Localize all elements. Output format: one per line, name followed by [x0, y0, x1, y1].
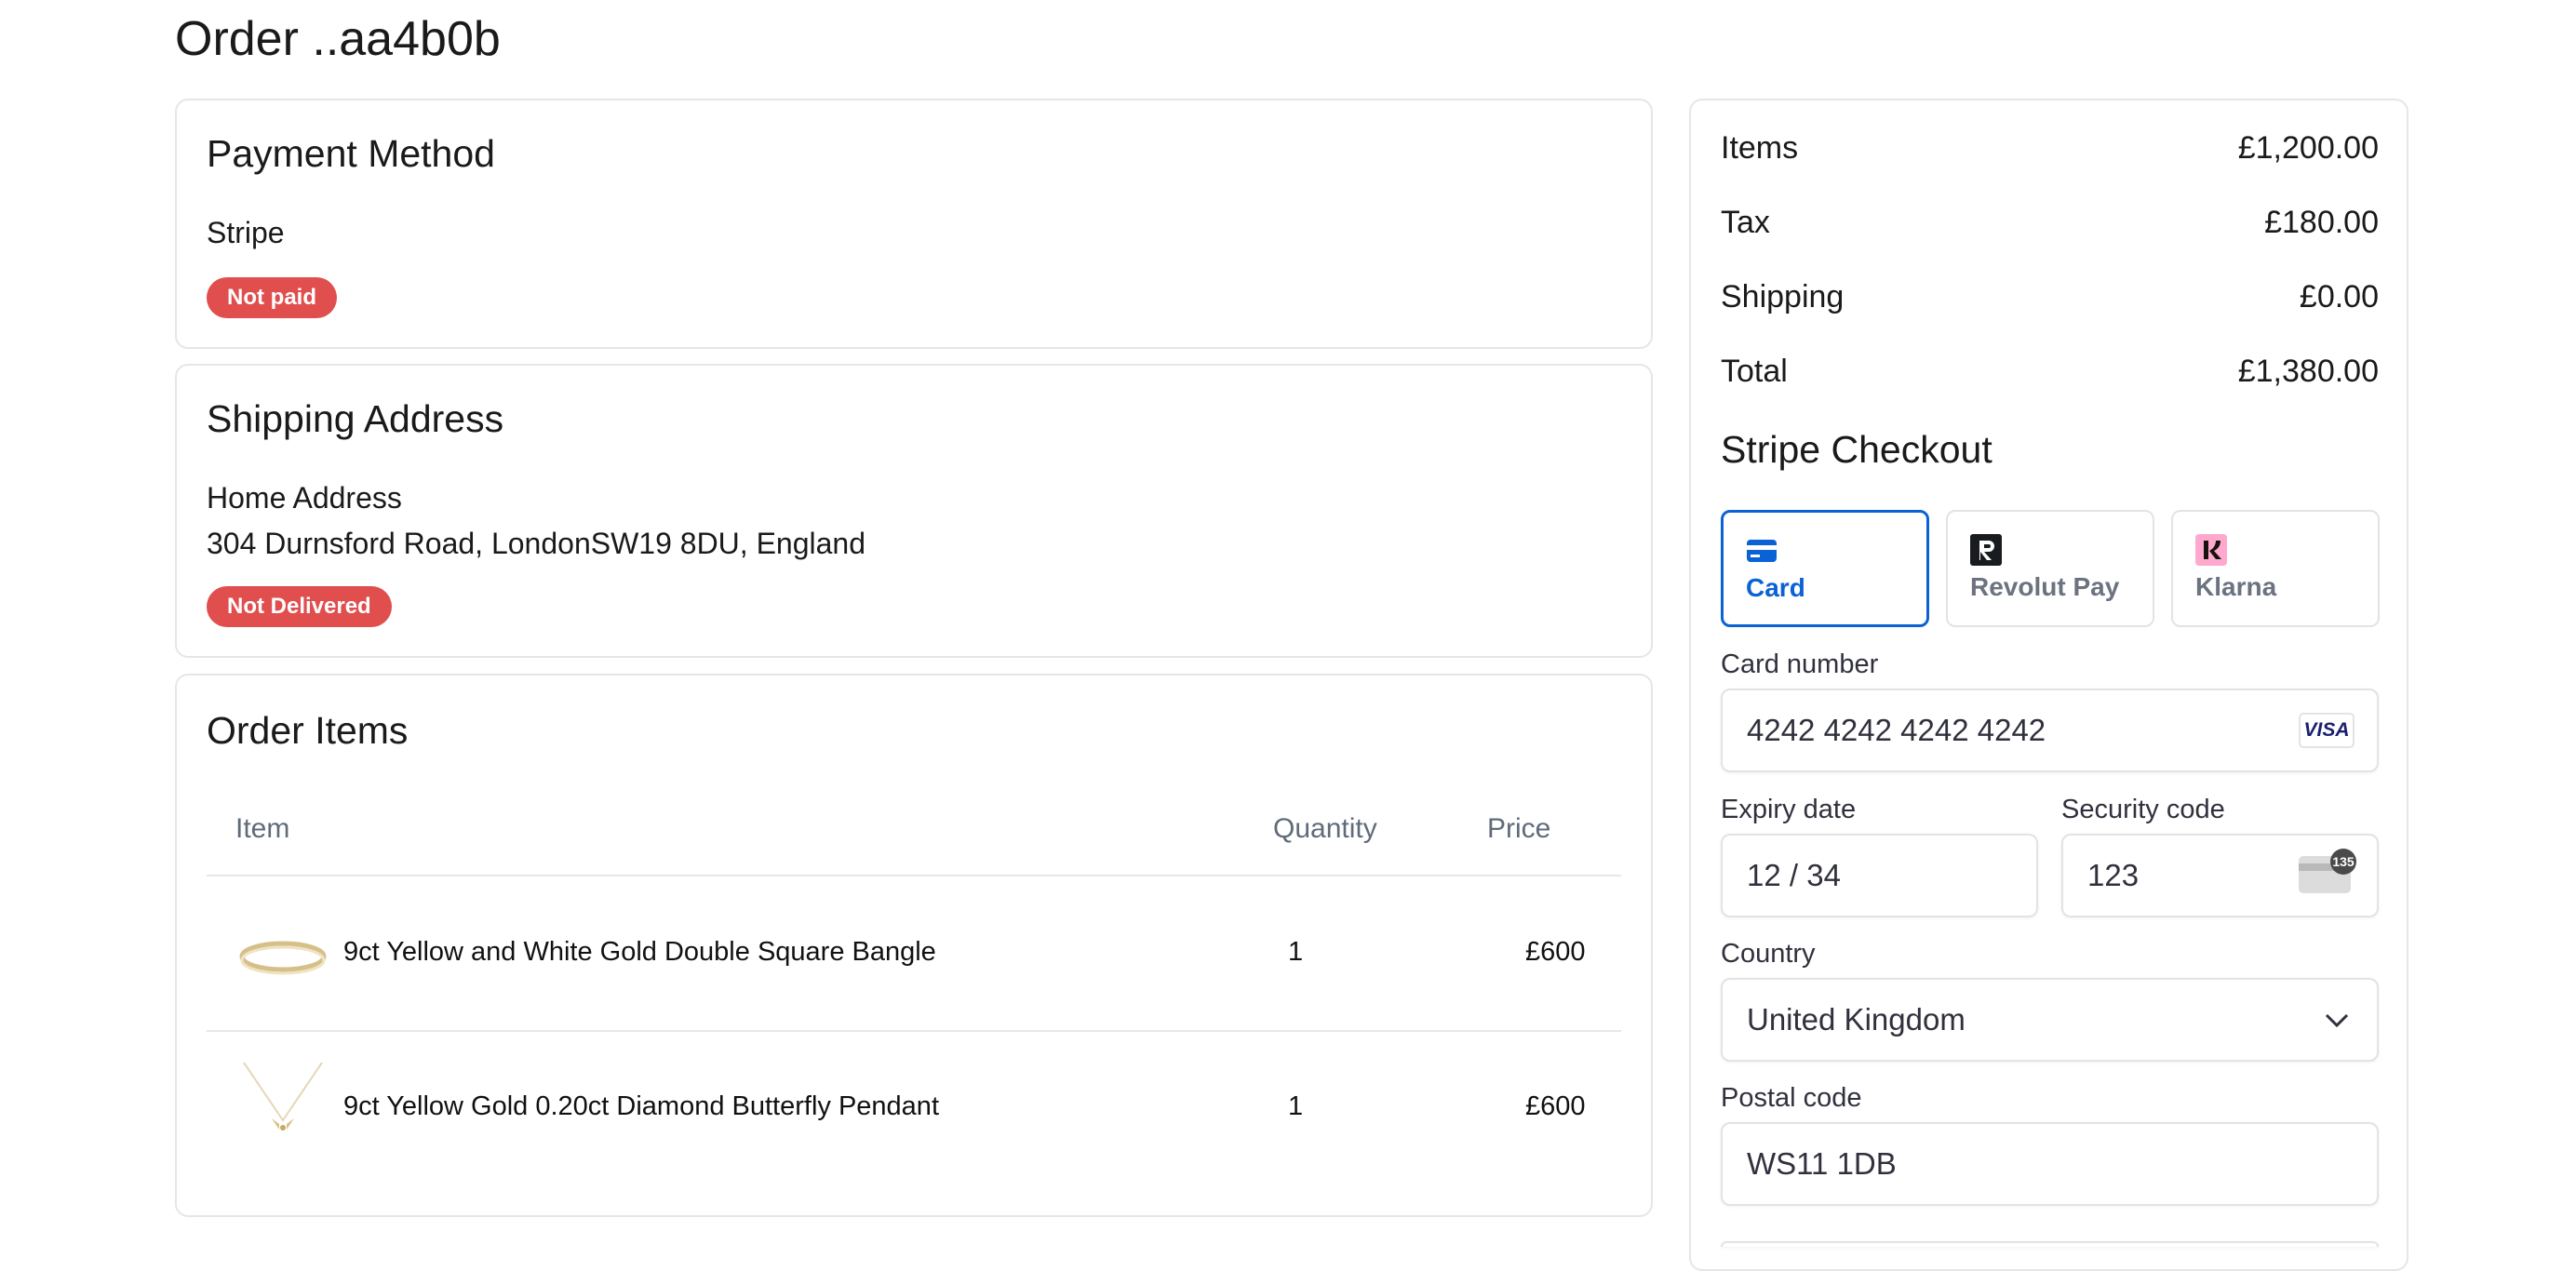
country-label: Country	[1721, 939, 1816, 969]
postal-code-label: Postal code	[1721, 1083, 1862, 1113]
tab-klarna[interactable]: Klarna	[2171, 510, 2380, 627]
item-price: £600	[1525, 937, 1586, 967]
shipping-address-line: 304 Durnsford Road, LondonSW19 8DU, Engl…	[207, 527, 865, 560]
expiry-date-label: Expiry date	[1721, 795, 1857, 824]
security-code-input[interactable]: 123 135	[2061, 834, 2379, 917]
column-header-item: Item	[235, 813, 290, 844]
item-quantity: 1	[1288, 937, 1304, 967]
summary-tax-value: £180.00	[2264, 205, 2379, 240]
tab-revolut-pay-label: Revolut Pay	[1970, 572, 2120, 601]
summary-tax-label: Tax	[1721, 205, 1770, 240]
revolut-icon	[1970, 534, 2002, 566]
item-name: 9ct Yellow Gold 0.20ct Diamond Butterfly…	[343, 1091, 939, 1121]
cvc-number-badge: 135	[2330, 849, 2356, 875]
visa-brand-text: VISA	[2303, 719, 2350, 741]
payment-method-heading: Payment Method	[207, 132, 495, 175]
shipping-address-label: Home Address	[207, 481, 402, 515]
card-number-input[interactable]: 4242 4242 4242 4242 VISA	[1721, 689, 2379, 772]
order-items-heading: Order Items	[207, 709, 409, 752]
summary-items-label: Items	[1721, 130, 1799, 166]
chevron-down-icon	[2325, 1013, 2349, 1028]
page-title: Order ..aa4b0b	[175, 12, 501, 66]
tab-card-label: Card	[1746, 573, 1805, 602]
column-header-price: Price	[1487, 813, 1551, 844]
tab-revolut-pay[interactable]: Revolut Pay	[1946, 510, 2154, 627]
security-code-value: 123	[2087, 858, 2140, 892]
summary-total-label: Total	[1721, 354, 1788, 389]
card-number-value: 4242 4242 4242 4242	[1747, 713, 2046, 747]
column-header-quantity: Quantity	[1273, 813, 1377, 844]
summary-shipping-label: Shipping	[1721, 279, 1845, 314]
row-divider	[207, 1030, 1621, 1032]
shipping-address-card: Shipping Address Home Address 304 Durnsf…	[175, 364, 1653, 658]
visa-icon: VISA	[2299, 713, 2355, 748]
summary-items-value: £1,200.00	[2237, 130, 2379, 166]
summary-shipping-value: £0.00	[2299, 279, 2379, 314]
postal-code-input[interactable]: WS11 1DB	[1721, 1122, 2379, 1206]
summary-total-value: £1,380.00	[2237, 354, 2379, 389]
summary-items-row: Items £1,200.00	[1721, 130, 2379, 167]
payment-status-badge: Not paid	[207, 277, 337, 318]
butterfly-pendant-image	[243, 1062, 323, 1131]
security-code-label: Security code	[2061, 795, 2225, 824]
summary-shipping-row: Shipping £0.00	[1721, 279, 2379, 315]
item-quantity: 1	[1288, 1091, 1304, 1121]
tab-klarna-label: Klarna	[2195, 572, 2277, 601]
summary-total-row: Total £1,380.00	[1721, 354, 2379, 390]
table-header-divider	[207, 875, 1621, 876]
summary-tax-row: Tax £180.00	[1721, 205, 2379, 241]
tab-card[interactable]: Card	[1721, 510, 1929, 627]
klarna-icon	[2195, 534, 2227, 566]
next-field-input[interactable]	[1721, 1241, 2379, 1247]
shipping-address-heading: Shipping Address	[207, 397, 504, 440]
card-icon	[1747, 540, 1777, 562]
cvc-card-icon: 135	[2299, 849, 2356, 893]
expiry-date-value: 12 / 34	[1747, 858, 1841, 892]
item-name: 9ct Yellow and White Gold Double Square …	[343, 937, 936, 967]
payment-method-name: Stripe	[207, 216, 285, 249]
item-price: £600	[1525, 1091, 1586, 1121]
card-number-label: Card number	[1721, 649, 1879, 679]
postal-code-value: WS11 1DB	[1747, 1146, 1897, 1181]
gold-bangle-image	[239, 941, 327, 975]
delivery-status-badge: Not Delivered	[207, 586, 392, 627]
country-value: United Kingdom	[1747, 1002, 1966, 1037]
expiry-date-input[interactable]: 12 / 34	[1721, 834, 2038, 917]
stripe-checkout-heading: Stripe Checkout	[1721, 428, 1992, 471]
payment-method-card: Payment Method Stripe Not paid	[175, 99, 1653, 349]
country-select[interactable]: United Kingdom	[1721, 978, 2379, 1062]
